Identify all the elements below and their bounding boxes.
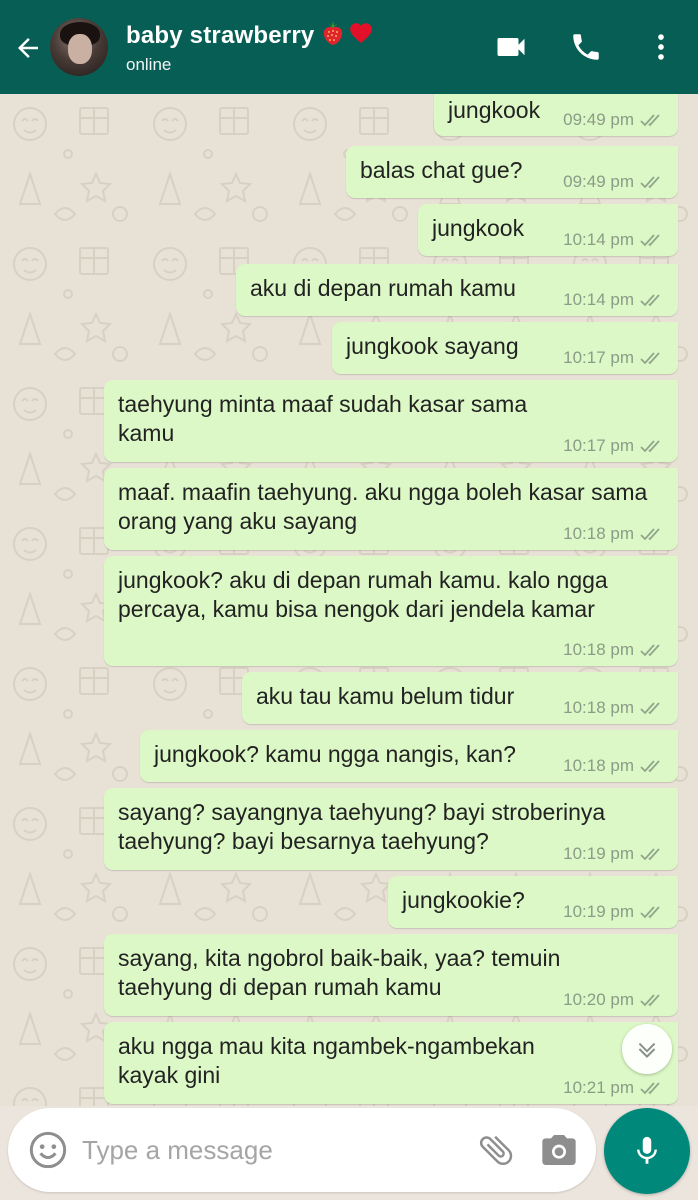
- double-check-icon: [640, 994, 660, 1007]
- message-time: 09:49 pm: [563, 110, 634, 129]
- double-check-icon: [640, 440, 660, 453]
- message-text: taehyung minta maaf sudah kasar sama kam…: [118, 391, 528, 446]
- message-bubble[interactable]: jungkook? aku di depan rumah kamu. kalo …: [104, 556, 678, 666]
- message-meta: 10:18 pm: [563, 640, 666, 660]
- double-check-icon: [640, 702, 660, 715]
- double-check-icon: [640, 760, 660, 773]
- emoji-icon[interactable]: [28, 1130, 68, 1170]
- voice-call-icon[interactable]: [565, 26, 607, 68]
- message-meta: 10:19 pm: [563, 844, 666, 864]
- message-bubble[interactable]: maaf. maafin taehyung. aku ngga boleh ka…: [104, 468, 678, 550]
- message-meta: 10:18 pm: [563, 756, 666, 776]
- chevron-double-down-icon: [638, 1042, 656, 1058]
- message-meta: 09:49 pm: [563, 172, 666, 192]
- message-meta: 10:17 pm: [563, 436, 666, 456]
- message-time: 10:18 pm: [563, 524, 634, 543]
- chat-header: baby strawberry online: [0, 0, 698, 94]
- chat-area[interactable]: jungkook 09:49 pm balas chat gue? 09:49 …: [0, 94, 698, 1106]
- double-check-icon: [640, 848, 660, 861]
- contact-status: online: [126, 55, 172, 74]
- message-bubble[interactable]: sayang? sayangnya taehyung? bayi strober…: [104, 788, 678, 870]
- message-bubble[interactable]: jungkook 10:14 pm: [418, 204, 678, 256]
- message-bubble[interactable]: taehyung minta maaf sudah kasar sama kam…: [104, 380, 678, 462]
- double-check-icon: [640, 352, 660, 365]
- message-time: 10:19 pm: [563, 844, 634, 863]
- double-check-icon: [640, 644, 660, 657]
- message-bubble[interactable]: aku di depan rumah kamu 10:14 pm: [236, 264, 678, 316]
- double-check-icon: [640, 906, 660, 919]
- double-check-icon: [640, 234, 660, 247]
- scroll-to-bottom-button[interactable]: [622, 1024, 672, 1074]
- message-bubble[interactable]: aku ngga mau kita ngambek-ngambekan kaya…: [104, 1022, 678, 1104]
- double-check-icon: [640, 528, 660, 541]
- message-meta: 10:18 pm: [563, 524, 666, 544]
- attachment-icon[interactable]: [476, 1130, 516, 1170]
- message-time: 10:21 pm: [563, 1078, 634, 1097]
- back-arrow-icon[interactable]: [8, 28, 48, 68]
- contact-avatar[interactable]: [50, 18, 108, 76]
- message-time: 10:19 pm: [563, 902, 634, 921]
- double-check-icon: [640, 294, 660, 307]
- message-time: 10:20 pm: [563, 990, 634, 1009]
- compose-bar: [8, 1108, 596, 1192]
- message-bubble[interactable]: balas chat gue? 09:49 pm: [346, 146, 678, 198]
- message-text: aku ngga mau kita ngambek-ngambekan kaya…: [118, 1033, 535, 1088]
- message-input[interactable]: [82, 1130, 462, 1170]
- double-check-icon: [640, 176, 660, 189]
- more-options-icon[interactable]: [640, 26, 682, 68]
- message-time: 10:14 pm: [563, 290, 634, 309]
- message-time: 10:18 pm: [563, 640, 634, 659]
- message-meta: 10:18 pm: [563, 698, 666, 718]
- strawberry-icon: [320, 20, 346, 55]
- message-bubble[interactable]: sayang, kita ngobrol baik-baik, yaa? tem…: [104, 934, 678, 1016]
- message-time: 10:17 pm: [563, 348, 634, 367]
- message-bubble[interactable]: jungkookie? 10:19 pm: [388, 876, 678, 928]
- message-meta: 10:14 pm: [563, 230, 666, 250]
- message-bubble[interactable]: jungkook sayang 10:17 pm: [332, 322, 678, 374]
- message-time: 09:49 pm: [563, 172, 634, 191]
- message-time: 10:18 pm: [563, 756, 634, 775]
- message-bubble[interactable]: jungkook? kamu ngga nangis, kan? 10:18 p…: [140, 730, 678, 782]
- message-meta: 10:21 pm: [563, 1078, 666, 1098]
- contact-name: baby strawberry: [126, 20, 374, 55]
- video-call-icon[interactable]: [490, 26, 532, 68]
- message-bubble[interactable]: jungkook 09:49 pm: [434, 94, 678, 136]
- double-check-icon: [640, 1082, 660, 1095]
- message-meta: 10:14 pm: [563, 290, 666, 310]
- contact-name-text: baby strawberry: [126, 22, 315, 49]
- message-time: 10:18 pm: [563, 698, 634, 717]
- message-time: 10:17 pm: [563, 436, 634, 455]
- message-text: jungkook? aku di depan rumah kamu. kalo …: [118, 567, 608, 622]
- voice-record-button[interactable]: [604, 1108, 690, 1194]
- message-text: sayang, kita ngobrol baik-baik, yaa? tem…: [118, 945, 561, 1000]
- message-meta: 10:19 pm: [563, 902, 666, 922]
- camera-icon[interactable]: [538, 1130, 580, 1170]
- message-meta: 10:20 pm: [563, 990, 666, 1010]
- red-heart-icon: [348, 20, 374, 55]
- contact-info[interactable]: baby strawberry online: [126, 20, 374, 75]
- double-check-icon: [640, 114, 660, 127]
- microphone-icon: [637, 1136, 657, 1164]
- message-bubble[interactable]: aku tau kamu belum tidur 10:18 pm: [242, 672, 678, 724]
- message-meta: 09:49 pm: [563, 110, 666, 130]
- message-meta: 10:17 pm: [563, 348, 666, 368]
- message-time: 10:14 pm: [563, 230, 634, 249]
